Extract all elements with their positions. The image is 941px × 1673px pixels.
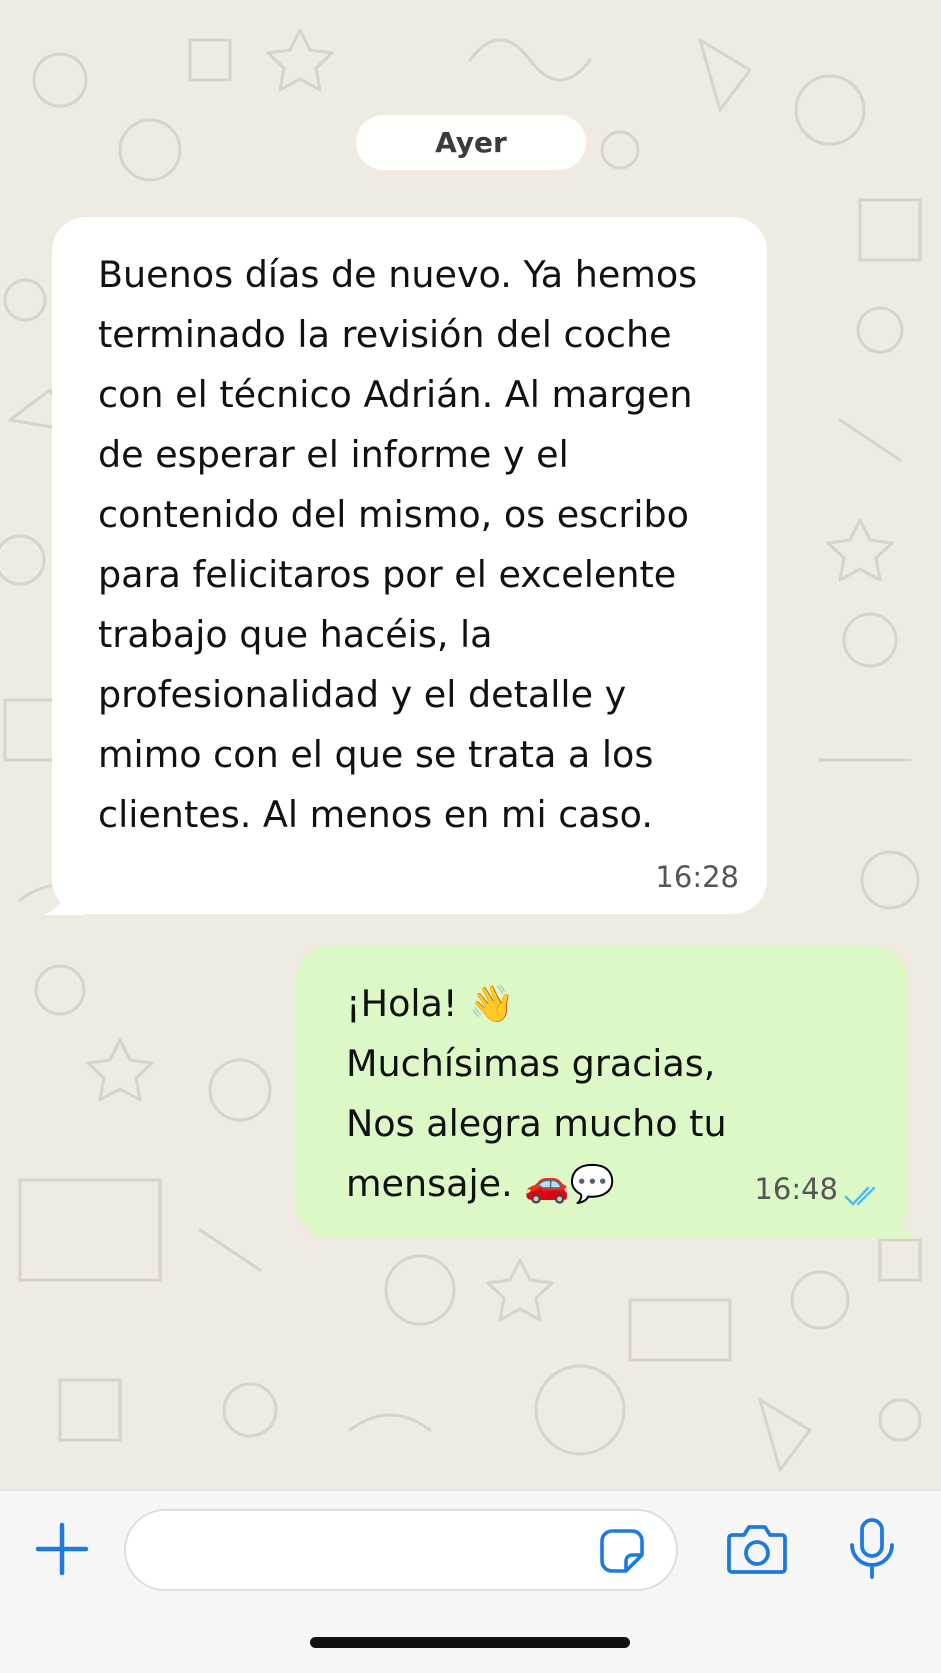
- date-separator: Ayer: [356, 115, 586, 170]
- bubble-tail-outgoing: [878, 1207, 918, 1239]
- message-timestamp: 16:28: [655, 860, 739, 894]
- double-check-read-icon: [844, 1186, 876, 1206]
- home-indicator: [310, 1637, 630, 1648]
- date-separator-label: Ayer: [435, 126, 507, 159]
- message-text-field[interactable]: [124, 1509, 678, 1591]
- incoming-message-bubble[interactable]: Buenos días de nuevo. Ya hemos terminado…: [44, 217, 767, 915]
- plus-icon[interactable]: [34, 1521, 90, 1577]
- sticker-icon[interactable]: [598, 1527, 646, 1575]
- message-timestamp: 16:48: [754, 1172, 838, 1206]
- bubble-tail-incoming: [44, 883, 84, 915]
- outgoing-message-bubble[interactable]: ¡Hola! 👋 Muchísimas gracias, Nos alegra …: [296, 946, 918, 1239]
- camera-icon[interactable]: [726, 1523, 788, 1575]
- message-input[interactable]: [154, 1529, 598, 1573]
- message-text: Buenos días de nuevo. Ya hemos terminado…: [98, 253, 698, 836]
- message-text: ¡Hola! 👋 Muchísimas gracias, Nos alegra …: [346, 982, 727, 1205]
- microphone-icon[interactable]: [846, 1517, 898, 1581]
